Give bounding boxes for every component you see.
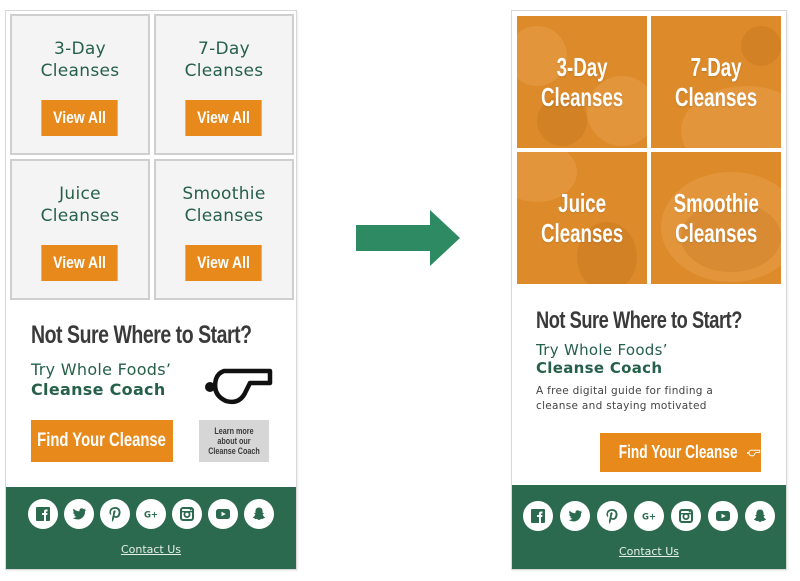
facebook-icon[interactable] xyxy=(28,499,58,529)
find-your-cleanse-label: Find Your Cleanse xyxy=(618,442,738,462)
youtube-icon[interactable] xyxy=(208,499,238,529)
category-tile-7-day: 7-Day Cleanses View All xyxy=(154,14,294,155)
svg-text:G+: G+ xyxy=(144,511,158,521)
tile-title: 3-Day Cleanses xyxy=(540,52,624,112)
tile-title: 7-Day Cleanses xyxy=(184,39,264,81)
category-tile-smoothie: Smoothie Cleanses View All xyxy=(154,159,294,300)
after-mobile-page: 3-Day Cleanses 7-Day Cleanses Juice Clea… xyxy=(511,10,787,570)
instagram-icon[interactable] xyxy=(172,499,202,529)
promo-product-name: Cleanse Coach xyxy=(31,380,166,399)
category-tile-3-day[interactable]: 3-Day Cleanses xyxy=(517,16,647,148)
tile-title: Smoothie Cleanses xyxy=(182,184,266,226)
facebook-icon[interactable] xyxy=(523,501,553,531)
tile-title: Smoothie Cleanses xyxy=(673,188,759,248)
category-tile-3-day: 3-Day Cleanses View All xyxy=(10,14,150,155)
find-your-cleanse-label: Find Your Cleanse xyxy=(37,430,167,451)
tile-title: Juice Cleanses xyxy=(540,188,624,248)
social-links: G+ xyxy=(6,499,296,529)
pinterest-icon[interactable] xyxy=(597,501,627,531)
promo-product-name: Cleanse Coach xyxy=(536,359,663,377)
pinterest-icon[interactable] xyxy=(100,499,130,529)
right-arrow-icon xyxy=(356,210,460,266)
tile-title: 7-Day Cleanses xyxy=(674,52,758,112)
view-all-button[interactable]: View All xyxy=(41,245,118,281)
snapchat-icon[interactable] xyxy=(745,501,775,531)
contact-us-link[interactable]: Contact Us xyxy=(512,545,786,558)
youtube-icon[interactable] xyxy=(708,501,738,531)
find-your-cleanse-button[interactable]: Find Your Cleanse xyxy=(600,433,761,472)
twitter-icon[interactable] xyxy=(64,499,94,529)
contact-us-link[interactable]: Contact Us xyxy=(6,543,296,556)
find-your-cleanse-button[interactable]: Find Your Cleanse xyxy=(31,420,173,462)
tile-title: 3-Day Cleanses xyxy=(40,39,120,81)
cleanse-coach-promo: Not Sure Where to Start? Try Whole Foods… xyxy=(6,307,296,487)
learn-more-button[interactable]: Learn more about our Cleanse Coach xyxy=(199,420,269,462)
whistle-icon xyxy=(205,368,273,405)
whistle-icon xyxy=(747,449,761,456)
category-tile-smoothie[interactable]: Smoothie Cleanses xyxy=(651,152,781,284)
promo-description: A free digital guide for finding a clean… xyxy=(536,385,714,412)
google-plus-icon[interactable]: G+ xyxy=(136,499,166,529)
instagram-icon[interactable] xyxy=(671,501,701,531)
view-all-button[interactable]: View All xyxy=(41,100,118,136)
promo-subheading: Try Whole Foods’ xyxy=(536,341,668,359)
google-plus-icon[interactable]: G+ xyxy=(634,501,664,531)
view-all-button[interactable]: View All xyxy=(185,100,262,136)
promo-subheading: Try Whole Foods’ xyxy=(31,360,172,379)
view-all-button[interactable]: View All xyxy=(185,245,262,281)
social-links: G+ xyxy=(512,501,786,531)
cleanse-coach-promo: Not Sure Where to Start? Try Whole Foods… xyxy=(512,287,786,485)
category-tile-juice[interactable]: Juice Cleanses xyxy=(517,152,647,284)
category-tile-juice: Juice Cleanses View All xyxy=(10,159,150,300)
promo-heading: Not Sure Where to Start? xyxy=(536,307,742,334)
tile-title: Juice Cleanses xyxy=(40,184,120,226)
twitter-icon[interactable] xyxy=(560,501,590,531)
learn-more-label: Learn more about our Cleanse Coach xyxy=(208,426,260,456)
promo-heading: Not Sure Where to Start? xyxy=(31,321,252,349)
site-footer: G+ Contact Us xyxy=(6,487,296,569)
category-tile-7-day[interactable]: 7-Day Cleanses xyxy=(651,16,781,148)
cleanse-category-grid: 3-Day Cleanses 7-Day Cleanses Juice Clea… xyxy=(517,16,781,284)
snapchat-icon[interactable] xyxy=(244,499,274,529)
before-mobile-page: 3-Day Cleanses View All 7-Day Cleanses V… xyxy=(5,10,297,570)
site-footer: G+ Contact Us xyxy=(512,485,786,569)
cleanse-category-grid: 3-Day Cleanses View All 7-Day Cleanses V… xyxy=(10,14,294,300)
svg-text:G+: G+ xyxy=(642,513,656,523)
